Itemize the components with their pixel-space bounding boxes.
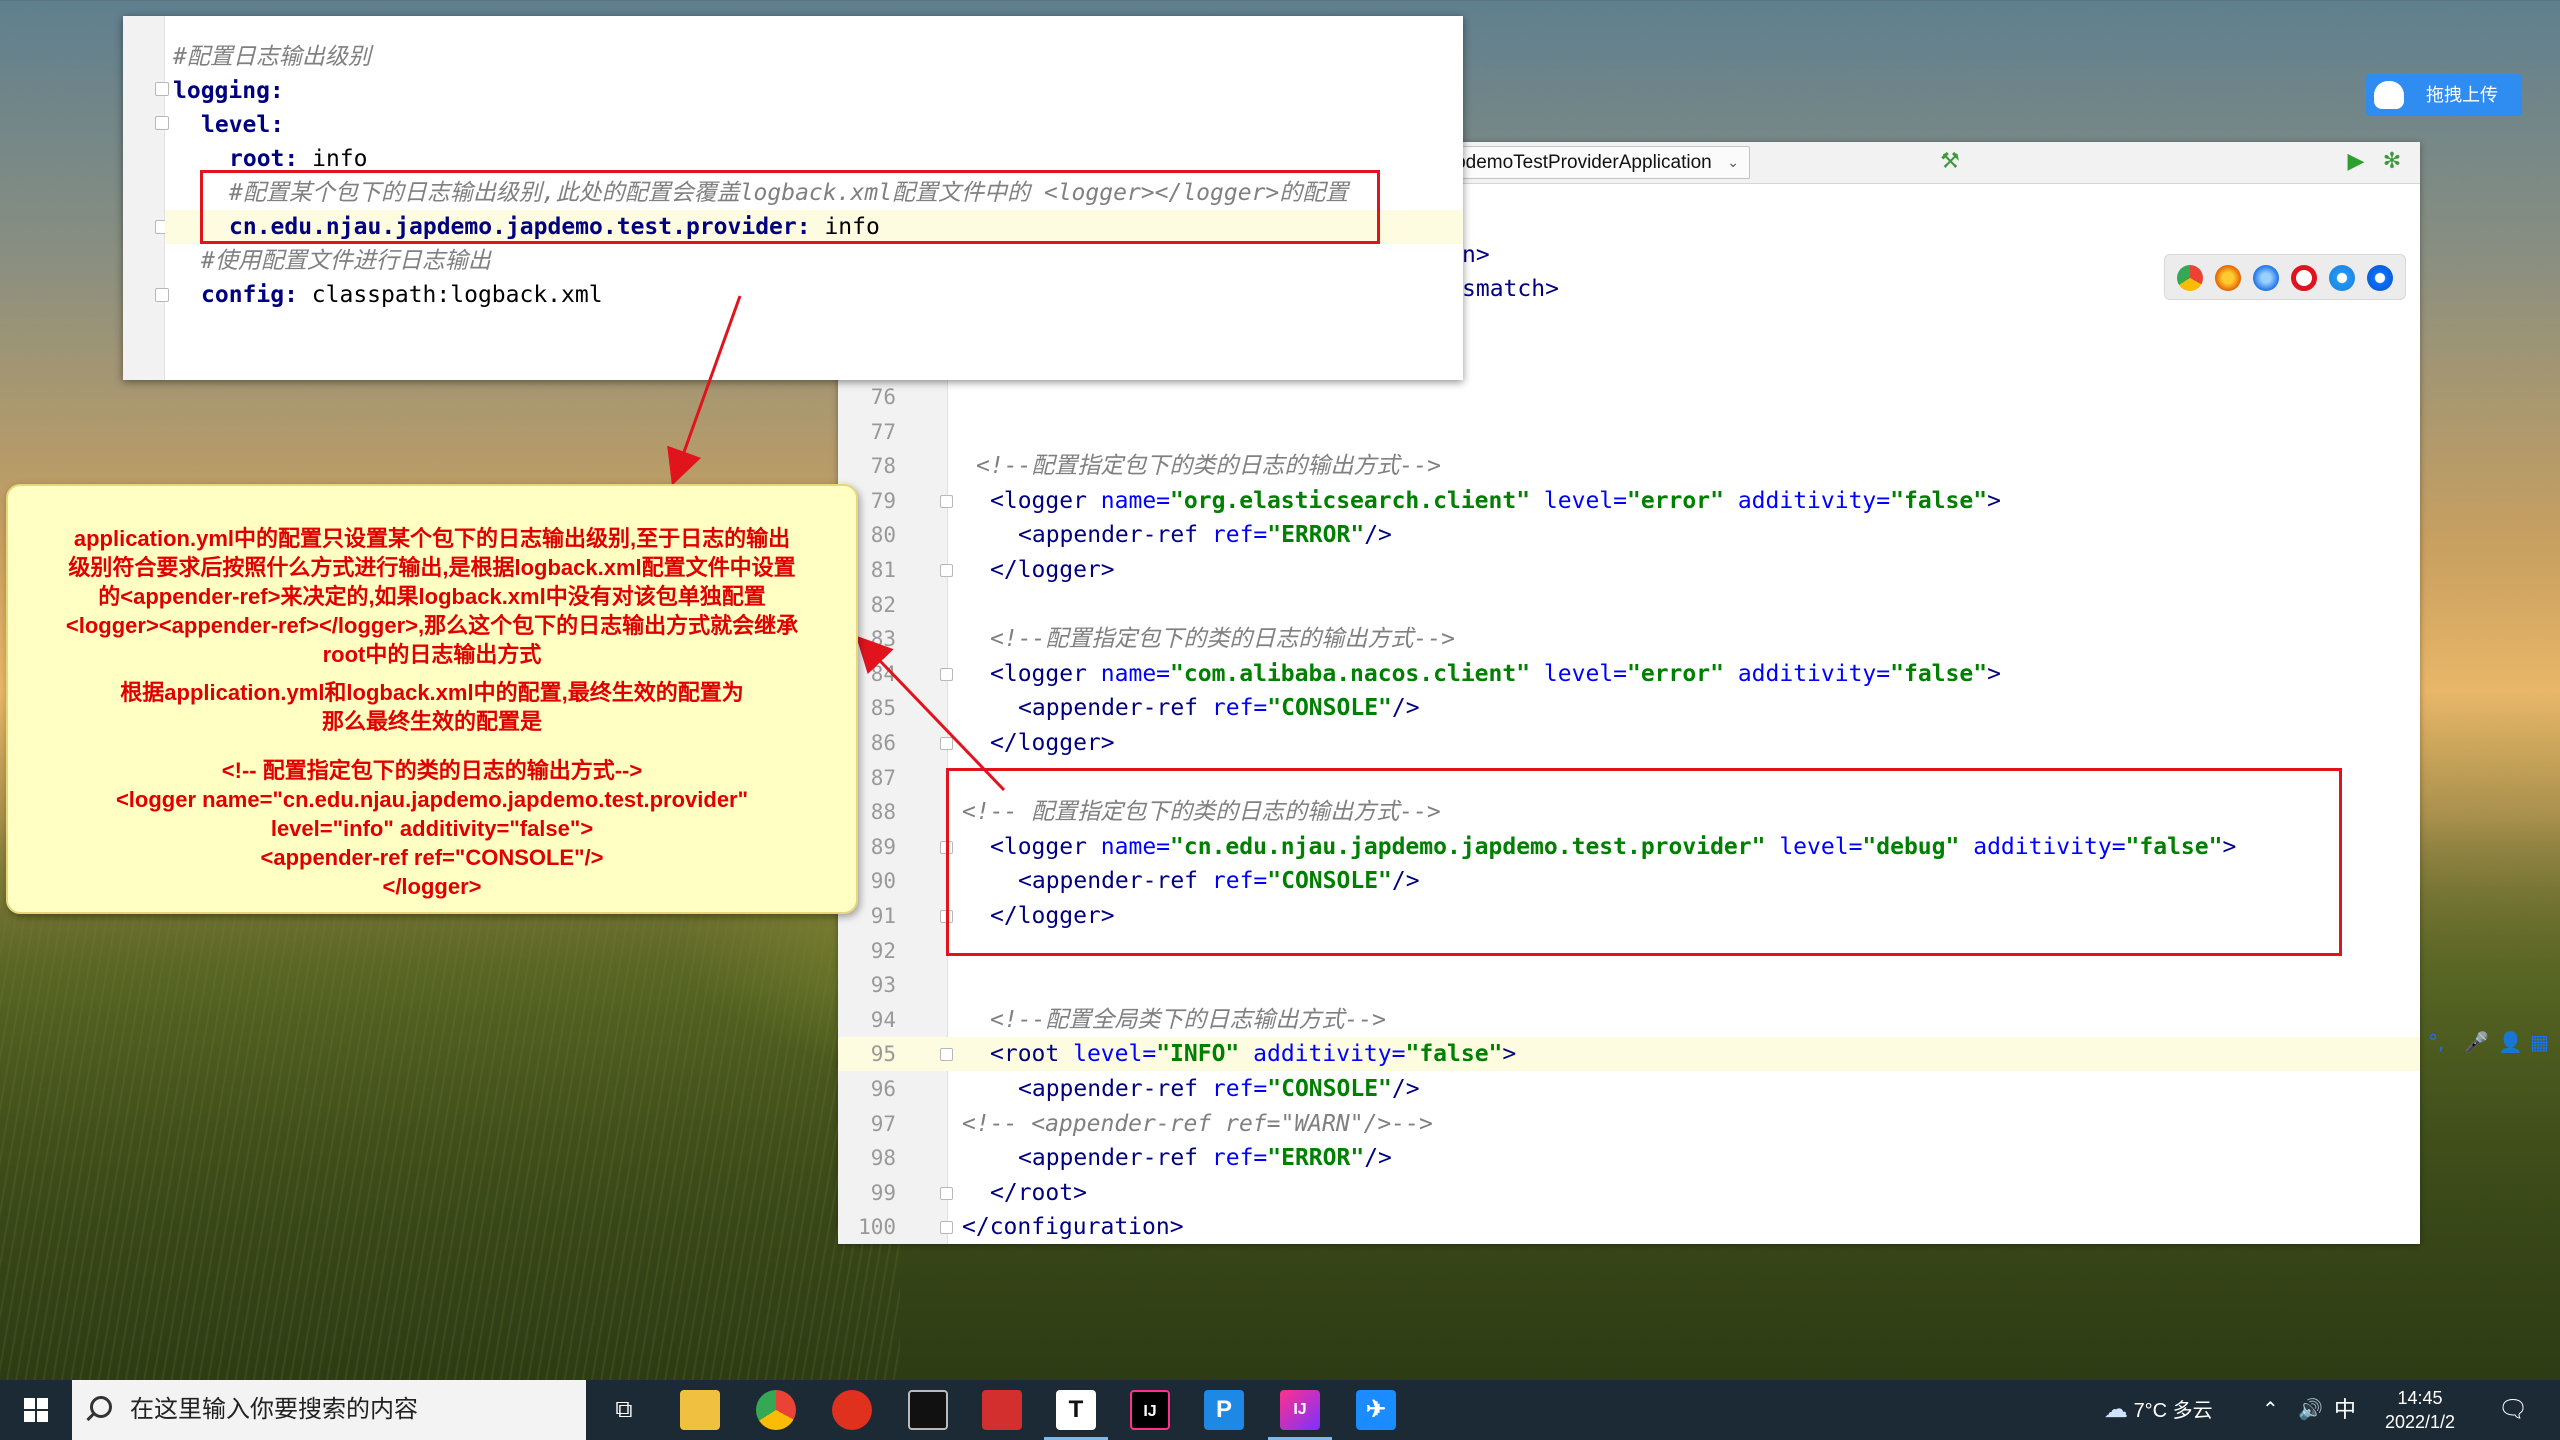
search-placeholder: 在这里输入你要搜索的内容	[130, 1396, 418, 1423]
callout-line: 那么最终生效的配置是	[321, 709, 542, 734]
callout-line: <logger><appender-ref></logger>,那么这个包下的日…	[65, 613, 799, 638]
intellij-active-icon[interactable]: IJ	[1268, 1390, 1332, 1440]
microphone-icon[interactable]: 🎤	[2464, 1030, 2489, 1054]
callout-line: application.yml中的配置只设置某个包下的日志输出级别,至于日志的输…	[73, 526, 791, 551]
windows-logo-part	[37, 1398, 48, 1409]
user-icon[interactable]: 👤	[2498, 1030, 2523, 1054]
callout-line: <!-- 配置指定包下的类的日志的输出方式-->	[221, 758, 643, 783]
weather-widget[interactable]: ☁ 7°C 多云	[2104, 1380, 2213, 1440]
redis-icon[interactable]	[982, 1390, 1022, 1430]
grid-icon[interactable]: ▦	[2530, 1030, 2549, 1054]
windows-logo-icon	[24, 1398, 35, 1409]
clock-time: 14:45	[2397, 1388, 2443, 1408]
callout-line: 根据application.yml和logback.xml中的配置,最终生效的配…	[120, 680, 744, 705]
clock[interactable]: 14:45 2022/1/2	[2370, 1386, 2470, 1434]
chevron-up-icon[interactable]: ⌃	[2262, 1380, 2279, 1440]
typora-icon[interactable]: T	[1044, 1390, 1108, 1440]
taskbar: 在这里输入你要搜索的内容 ⧉ T IJ P IJ ✈ ☁ 7°C 多云 ⌃ 🔊 …	[0, 1380, 2560, 1440]
arrow-xml-to-callout	[855, 635, 1006, 792]
cloud-icon: ☁	[2104, 1396, 2128, 1423]
callout-line: </logger>	[382, 874, 482, 899]
callout-line: level="info" additivity="false">	[270, 816, 594, 841]
volume-icon[interactable]: 🔊	[2298, 1380, 2323, 1440]
windows-logo-part	[37, 1411, 48, 1422]
ime-toolbar[interactable]: °, 🎤 👤 ▦	[2420, 1030, 2560, 1064]
terminal-icon[interactable]	[908, 1390, 948, 1430]
chrome-icon[interactable]	[756, 1390, 796, 1430]
notification-icon[interactable]: 🗨	[2498, 1380, 2528, 1440]
intellij-icon[interactable]: IJ	[1130, 1390, 1170, 1430]
ime-punct-icon[interactable]: °,	[2428, 1030, 2444, 1054]
task-view-icon[interactable]: ⧉	[604, 1390, 644, 1430]
callout-line: 级别符合要求后按照什么方式进行输出,是根据logback.xml配置文件中设置	[68, 555, 796, 580]
callout-line: <logger name="cn.edu.njau.japdemo.japdem…	[115, 787, 749, 812]
search-icon	[90, 1396, 112, 1418]
app-p-icon[interactable]: P	[1204, 1390, 1244, 1430]
callout-line: <appender-ref ref="CONSOLE"/>	[260, 845, 604, 870]
arrow-yml-to-callout	[667, 295, 742, 486]
ime-indicator[interactable]: 中	[2334, 1380, 2356, 1440]
weibo-icon[interactable]	[832, 1390, 872, 1430]
callout-line: root中的日志输出方式	[322, 642, 542, 667]
callout-line: 的<appender-ref>来决定的,如果logback.xml中没有对该包单…	[98, 584, 766, 609]
clock-date: 2022/1/2	[2384, 1412, 2456, 1432]
start-button[interactable]	[0, 1380, 70, 1440]
explanation-callout: application.yml中的配置只设置某个包下的日志输出级别,至于日志的输…	[6, 484, 858, 914]
feishu-icon[interactable]: ✈	[1356, 1390, 1396, 1430]
taskbar-search[interactable]: 在这里输入你要搜索的内容	[72, 1380, 586, 1440]
windows-logo-part	[24, 1411, 35, 1422]
file-explorer-icon[interactable]	[680, 1390, 720, 1430]
weather-text: 7°C 多云	[2133, 1400, 2213, 1422]
